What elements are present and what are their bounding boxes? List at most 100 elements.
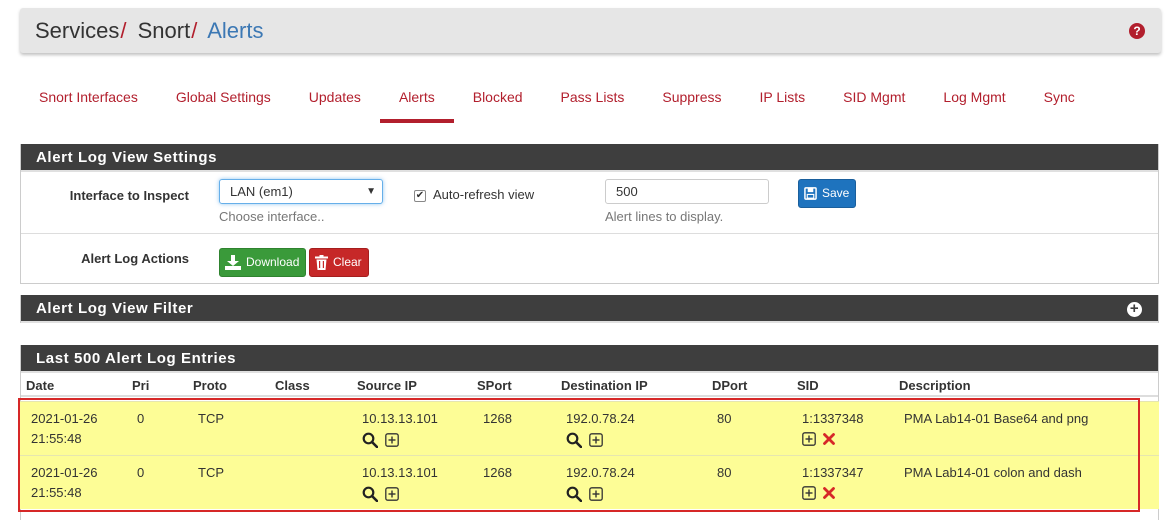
cell-date: 2021-01-26 21:55:48 — [31, 409, 98, 449]
sid-actions — [802, 486, 835, 500]
interface-help: Choose interface.. — [219, 209, 325, 224]
col-proto[interactable]: Proto — [193, 378, 227, 393]
interface-select[interactable]: LAN (em1) ▼ — [219, 179, 383, 204]
breadcrumb-snort[interactable]: Snort — [138, 18, 191, 43]
save-icon — [804, 187, 817, 200]
col-sport[interactable]: SPort — [477, 378, 512, 393]
filter-panel: Alert Log View Filter + — [20, 295, 1159, 323]
download-label: Download — [246, 255, 300, 269]
cell-dport: 80 — [717, 411, 732, 426]
autorefresh-label: Auto-refresh view — [433, 187, 535, 202]
tab-global-settings[interactable]: Global Settings — [157, 76, 290, 118]
table-header: Date Pri Proto Class Source IP SPort Des… — [21, 373, 1158, 397]
breadcrumb-bar: Services/ Snort/ Alerts ? — [20, 8, 1161, 53]
breadcrumb-separator: / — [191, 18, 198, 43]
cell-date-time: 21:55:48 — [31, 431, 82, 446]
download-icon — [225, 255, 241, 270]
interface-label: Interface to Inspect — [69, 188, 189, 203]
col-source-ip[interactable]: Source IP — [357, 378, 417, 393]
sid-actions — [802, 432, 835, 446]
search-icon[interactable] — [566, 432, 582, 448]
entries-panel-title: Last 500 Alert Log Entries — [21, 345, 1158, 373]
tab-sid-mgmt[interactable]: SID Mgmt — [824, 76, 924, 118]
plus-square-icon[interactable] — [802, 486, 816, 500]
col-sid[interactable]: SID — [797, 378, 819, 393]
table-row: 2021-01-26 21:55:48 0 TCP 10.13.13.101 1… — [20, 455, 1159, 509]
cell-sid: 1:1337348 — [802, 411, 864, 426]
breadcrumb-alerts[interactable]: Alerts — [207, 18, 263, 43]
col-date[interactable]: Date — [26, 378, 54, 393]
destination-ip-actions — [566, 486, 603, 502]
breadcrumb-services[interactable]: Services — [35, 18, 119, 43]
download-button[interactable]: Download — [219, 248, 307, 277]
filter-panel-title-text: Alert Log View Filter — [36, 300, 194, 317]
cell-destination-ip: 192.0.78.24 — [566, 411, 635, 426]
help-icon[interactable]: ? — [1129, 23, 1145, 39]
destination-ip-actions — [566, 432, 603, 448]
plus-square-icon[interactable] — [802, 432, 816, 446]
actions-row: Alert Log Actions Download Clear — [21, 234, 1158, 282]
cell-date-day: 2021-01-26 — [31, 411, 98, 426]
table-row: 2021-01-26 21:55:48 0 TCP 10.13.13.101 1… — [20, 401, 1159, 455]
plus-circle-icon[interactable]: + — [1127, 301, 1142, 317]
cell-proto: TCP — [198, 411, 224, 426]
search-icon[interactable] — [566, 486, 582, 502]
cell-sport: 1268 — [483, 465, 512, 480]
col-destination-ip[interactable]: Destination IP — [561, 378, 648, 393]
clear-label: Clear — [333, 255, 362, 269]
tab-bar: Snort Interfaces Global Settings Updates… — [20, 76, 1094, 124]
cell-pri: 0 — [137, 465, 145, 480]
plus-square-icon[interactable] — [589, 487, 603, 501]
tab-blocked[interactable]: Blocked — [454, 76, 542, 118]
save-button[interactable]: Save — [798, 179, 857, 208]
close-icon[interactable] — [823, 487, 835, 499]
cell-description: PMA Lab14-01 colon and dash — [904, 465, 1082, 480]
plus-square-icon[interactable] — [589, 433, 603, 447]
cell-source-ip: 10.13.13.101 — [362, 465, 438, 480]
tab-pass-lists[interactable]: Pass Lists — [542, 76, 644, 118]
settings-panel: Alert Log View Settings Interface to Ins… — [20, 144, 1159, 284]
col-pri[interactable]: Pri — [132, 378, 149, 393]
breadcrumb: Services/ Snort/ Alerts — [35, 18, 263, 44]
cell-description: PMA Lab14-01 Base64 and png — [904, 411, 1089, 426]
tab-ip-lists[interactable]: IP Lists — [741, 76, 825, 118]
cell-dport: 80 — [717, 465, 732, 480]
plus-square-icon[interactable] — [385, 433, 399, 447]
search-icon[interactable] — [362, 432, 378, 448]
cell-date-time: 21:55:48 — [31, 485, 82, 500]
entries-panel: Last 500 Alert Log Entries Date Pri Prot… — [20, 345, 1159, 520]
search-icon[interactable] — [362, 486, 378, 502]
trash-icon — [315, 255, 328, 270]
plus-square-icon[interactable] — [385, 487, 399, 501]
interface-row: Interface to Inspect LAN (em1) ▼ Choose … — [21, 172, 1158, 234]
tab-log-mgmt[interactable]: Log Mgmt — [924, 76, 1024, 118]
settings-panel-title: Alert Log View Settings — [21, 144, 1158, 172]
tab-suppress[interactable]: Suppress — [643, 76, 740, 118]
interface-select-value: LAN (em1) — [230, 184, 293, 199]
lines-input[interactable]: 500 — [605, 179, 769, 204]
tab-updates[interactable]: Updates — [290, 76, 380, 118]
autorefresh-checkbox[interactable]: ✔ — [414, 190, 426, 202]
cell-sid: 1:1337347 — [802, 465, 864, 480]
tab-snort-interfaces[interactable]: Snort Interfaces — [20, 76, 157, 118]
actions-label: Alert Log Actions — [81, 251, 189, 266]
close-icon[interactable] — [823, 433, 835, 445]
cell-sport: 1268 — [483, 411, 512, 426]
col-description[interactable]: Description — [899, 378, 971, 393]
cell-date: 2021-01-26 21:55:48 — [31, 463, 98, 503]
source-ip-actions — [362, 432, 399, 448]
source-ip-actions — [362, 486, 399, 502]
col-dport[interactable]: DPort — [712, 378, 747, 393]
cell-date-day: 2021-01-26 — [31, 465, 98, 480]
breadcrumb-separator: / — [120, 18, 127, 43]
cell-pri: 0 — [137, 411, 145, 426]
save-label: Save — [822, 186, 850, 200]
filter-panel-title: Alert Log View Filter + — [21, 295, 1158, 323]
clear-button[interactable]: Clear — [309, 248, 369, 277]
tab-sync[interactable]: Sync — [1025, 76, 1094, 118]
col-class[interactable]: Class — [275, 378, 310, 393]
tab-alerts[interactable]: Alerts — [379, 76, 454, 123]
cell-destination-ip: 192.0.78.24 — [566, 465, 635, 480]
cell-proto: TCP — [198, 465, 224, 480]
chevron-down-icon: ▼ — [366, 186, 376, 197]
